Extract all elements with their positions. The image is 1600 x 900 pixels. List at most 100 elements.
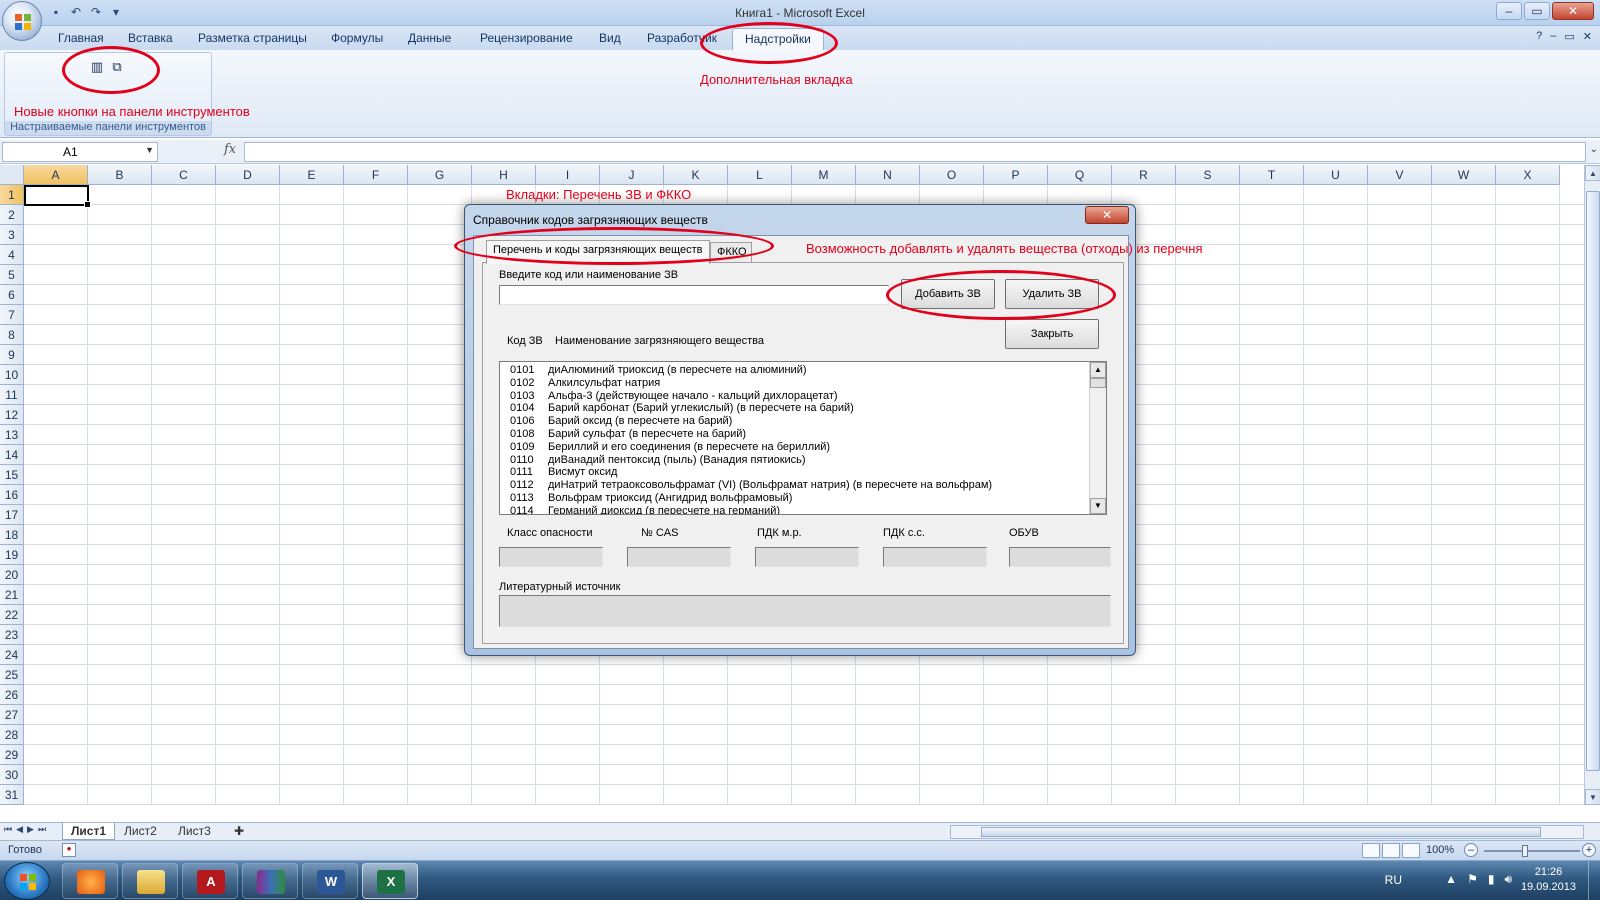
column-header[interactable]: G — [408, 165, 472, 185]
row-header[interactable]: 9 — [0, 345, 24, 365]
row-header[interactable]: 17 — [0, 505, 24, 525]
row-header[interactable]: 7 — [0, 305, 24, 325]
row-header[interactable]: 24 — [0, 645, 24, 665]
row-header[interactable]: 30 — [0, 765, 24, 785]
pollutant-list[interactable]: 0101 диАлюминий триоксид (в пересчете на … — [499, 361, 1107, 515]
first-sheet-icon[interactable]: ⏮ — [4, 824, 12, 835]
row-header[interactable]: 13 — [0, 425, 24, 445]
row-header[interactable]: 8 — [0, 325, 24, 345]
tab-formulas[interactable]: Формулы — [331, 31, 383, 45]
sheet-tab-3[interactable]: Лист3 — [170, 823, 219, 840]
workbook-close-icon[interactable]: ✕ — [1583, 30, 1592, 43]
tab-insert[interactable]: Вставка — [128, 31, 173, 45]
row-header[interactable]: 4 — [0, 245, 24, 265]
list-item[interactable]: 0102 Алкилсульфат натрия — [500, 377, 1106, 390]
column-header[interactable]: T — [1240, 165, 1304, 185]
column-header[interactable]: O — [920, 165, 984, 185]
list-item[interactable]: 0113 Вольфрам триоксид (Ангидрид вольфрам… — [500, 492, 1106, 505]
column-header[interactable]: I — [536, 165, 600, 185]
row-header[interactable]: 11 — [0, 385, 24, 405]
list-item[interactable]: 0108 Барий сульфат (в пересчете на барий) — [500, 428, 1106, 441]
list-item[interactable]: 0110 диВанадий пентоксид (пыль) (Ванадия … — [500, 454, 1106, 467]
column-header[interactable]: A — [24, 165, 88, 185]
row-header[interactable]: 28 — [0, 725, 24, 745]
list-scroll-down-icon[interactable]: ▼ — [1090, 498, 1106, 514]
tab-addins[interactable]: Надстройки — [732, 28, 824, 50]
column-header[interactable]: H — [472, 165, 536, 185]
list-scrollbar[interactable]: ▲ ▼ — [1089, 362, 1106, 514]
chevron-down-icon[interactable]: ▼ — [145, 145, 154, 155]
column-header[interactable]: P — [984, 165, 1048, 185]
column-header[interactable]: R — [1112, 165, 1176, 185]
column-header[interactable]: B — [88, 165, 152, 185]
list-scroll-up-icon[interactable]: ▲ — [1090, 362, 1106, 378]
sheet-tab-1[interactable]: Лист1 — [62, 823, 116, 840]
scroll-down-icon[interactable]: ▼ — [1585, 789, 1600, 805]
tab-view[interactable]: Вид — [599, 31, 621, 45]
row-header[interactable]: 22 — [0, 605, 24, 625]
search-input[interactable] — [499, 285, 889, 305]
row-header[interactable]: 29 — [0, 745, 24, 765]
row-header[interactable]: 2 — [0, 205, 24, 225]
zoom-slider[interactable] — [1484, 850, 1580, 852]
column-header[interactable]: E — [280, 165, 344, 185]
mac-max-field[interactable] — [755, 547, 859, 567]
row-header[interactable]: 26 — [0, 685, 24, 705]
row-header[interactable]: 12 — [0, 405, 24, 425]
column-header[interactable]: F — [344, 165, 408, 185]
column-header[interactable]: K — [664, 165, 728, 185]
tab-data[interactable]: Данные — [408, 31, 451, 45]
page-layout-view-icon[interactable] — [1382, 843, 1400, 858]
formula-input[interactable] — [244, 142, 1586, 162]
row-header[interactable]: 20 — [0, 565, 24, 585]
close-window-icon[interactable]: ✕ — [1552, 2, 1594, 20]
hazard-class-field[interactable] — [499, 547, 603, 567]
tab-fkko[interactable]: ФККО — [710, 242, 752, 262]
tab-developer[interactable]: Разработчик — [647, 31, 717, 45]
show-hidden-icons-icon[interactable]: ▲ — [1445, 872, 1457, 887]
column-header[interactable]: M — [792, 165, 856, 185]
obuv-field[interactable] — [1009, 547, 1111, 567]
tab-page-layout[interactable]: Разметка страницы — [198, 31, 307, 45]
remove-pollutant-button[interactable]: Удалить ЗВ — [1005, 279, 1099, 309]
row-header[interactable]: 27 — [0, 705, 24, 725]
horizontal-scrollbar[interactable] — [950, 825, 1584, 839]
taskbar-firefox[interactable] — [62, 863, 118, 899]
list-item[interactable]: 0109 Бериллий и его соединения (в пересче… — [500, 441, 1106, 454]
language-indicator[interactable]: RU — [1385, 873, 1402, 887]
list-item[interactable]: 0101 диАлюминий триоксид (в пересчете на … — [500, 364, 1106, 377]
insert-sheet-icon[interactable]: ✚ — [226, 823, 252, 840]
row-header[interactable]: 31 — [0, 785, 24, 805]
row-header[interactable]: 16 — [0, 485, 24, 505]
taskbar-word[interactable]: W — [302, 863, 358, 899]
list-item[interactable]: 0103 Альфа-3 (действующее начало - кальци… — [500, 390, 1106, 403]
horizontal-scroll-thumb[interactable] — [981, 827, 1541, 837]
clock[interactable]: 21:26 19.09.2013 — [1521, 865, 1576, 895]
taskbar-explorer[interactable] — [122, 863, 178, 899]
start-button[interactable] — [4, 862, 50, 900]
list-scroll-thumb[interactable] — [1090, 378, 1106, 388]
row-header[interactable]: 6 — [0, 285, 24, 305]
active-cell[interactable] — [24, 185, 91, 208]
volume-icon[interactable]: 🔊︎ — [1504, 872, 1512, 887]
row-header[interactable]: 18 — [0, 525, 24, 545]
vertical-scroll-thumb[interactable] — [1586, 191, 1600, 771]
row-header[interactable]: 25 — [0, 665, 24, 685]
list-item[interactable]: 0106 Барий оксид (в пересчете на барий) — [500, 415, 1106, 428]
row-header[interactable]: 10 — [0, 365, 24, 385]
expand-formula-bar-icon[interactable]: ⌄ — [1590, 144, 1598, 155]
maximize-icon[interactable]: ▭ — [1524, 2, 1550, 20]
taskbar-excel[interactable]: X — [362, 863, 418, 899]
list-item[interactable]: 0104 Барий карбонат (Барий углекислый) (в… — [500, 402, 1106, 415]
row-header[interactable]: 14 — [0, 445, 24, 465]
add-pollutant-button[interactable]: Добавить ЗВ — [901, 279, 995, 309]
sheet-tab-2[interactable]: Лист2 — [116, 823, 165, 840]
zoom-slider-knob[interactable] — [1522, 845, 1528, 857]
next-sheet-icon[interactable]: ▶ — [27, 824, 34, 835]
column-header[interactable]: V — [1368, 165, 1432, 185]
column-header[interactable]: C — [152, 165, 216, 185]
normal-view-icon[interactable] — [1362, 843, 1380, 858]
last-sheet-icon[interactable]: ⏭ — [38, 824, 46, 835]
name-box[interactable]: A1 ▼ — [2, 142, 158, 162]
page-break-view-icon[interactable] — [1402, 843, 1420, 858]
